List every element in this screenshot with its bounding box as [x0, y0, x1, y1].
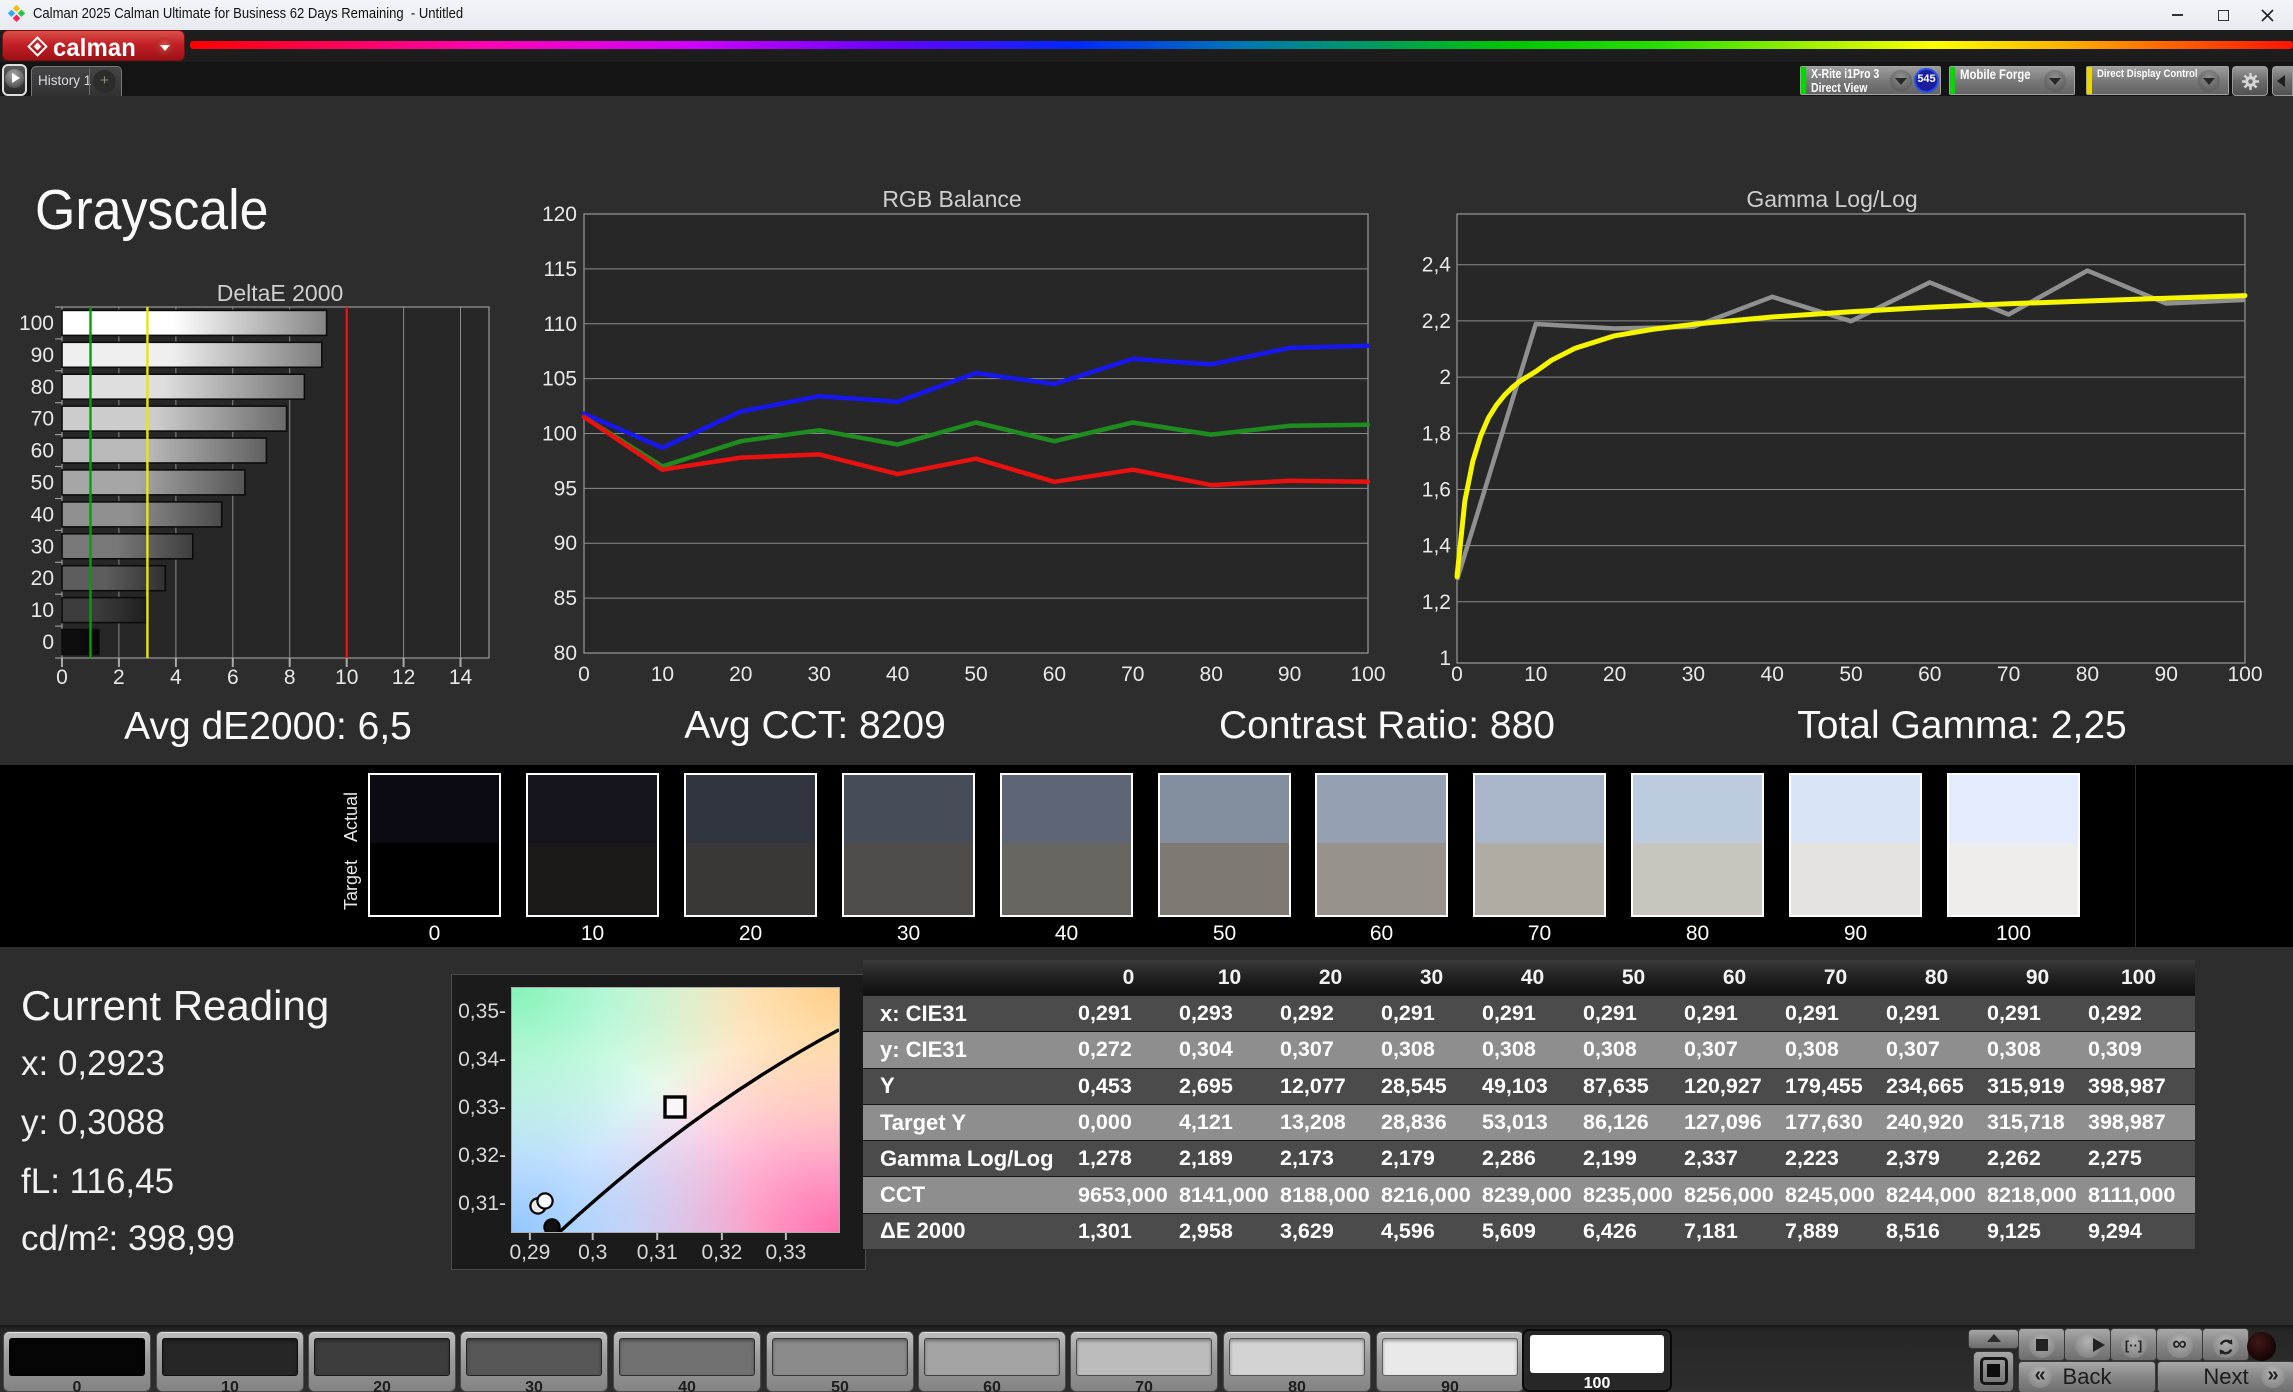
svg-text:0,33: 0,33 — [765, 1241, 806, 1264]
svg-text:50: 50 — [1839, 663, 1862, 686]
svg-text:30: 30 — [31, 535, 54, 558]
svg-text:0,31-: 0,31- — [458, 1192, 506, 1215]
svg-text:90: 90 — [1278, 663, 1301, 686]
svg-text:40: 40 — [31, 503, 54, 526]
svg-text:20: 20 — [1603, 663, 1626, 686]
svg-text:2,2: 2,2 — [1422, 310, 1451, 333]
svg-text:80: 80 — [1200, 663, 1223, 686]
svg-text:1,2: 1,2 — [1422, 591, 1451, 614]
svg-text:6: 6 — [227, 666, 239, 689]
svg-text:30: 30 — [808, 663, 831, 686]
svg-text:85: 85 — [554, 587, 577, 610]
svg-text:DeltaE 2000: DeltaE 2000 — [217, 280, 344, 306]
svg-text:0: 0 — [42, 631, 54, 654]
svg-text:40: 40 — [1761, 663, 1784, 686]
svg-text:95: 95 — [554, 477, 577, 500]
svg-text:0: 0 — [578, 663, 590, 686]
svg-text:20: 20 — [729, 663, 752, 686]
svg-text:120: 120 — [542, 203, 577, 226]
svg-text:Gamma Log/Log: Gamma Log/Log — [1746, 186, 1917, 212]
svg-text:70: 70 — [1121, 663, 1144, 686]
svg-text:14: 14 — [449, 666, 473, 689]
svg-text:0,3: 0,3 — [578, 1241, 607, 1264]
svg-text:2,4: 2,4 — [1422, 254, 1452, 277]
svg-text:RGB Balance: RGB Balance — [882, 186, 1021, 212]
svg-text:0,32: 0,32 — [701, 1241, 742, 1264]
svg-text:100: 100 — [2227, 663, 2262, 686]
svg-text:10: 10 — [651, 663, 674, 686]
svg-text:50: 50 — [31, 472, 54, 495]
svg-text:60: 60 — [1043, 663, 1066, 686]
svg-text:40: 40 — [886, 663, 909, 686]
svg-text:2: 2 — [113, 666, 125, 689]
svg-text:100: 100 — [1350, 663, 1385, 686]
svg-text:8: 8 — [284, 666, 296, 689]
svg-text:80: 80 — [31, 376, 54, 399]
svg-text:90: 90 — [31, 344, 54, 367]
svg-text:10: 10 — [335, 666, 358, 689]
svg-text:0,32-: 0,32- — [458, 1144, 506, 1167]
svg-text:2: 2 — [1439, 366, 1451, 389]
svg-text:0,31: 0,31 — [637, 1241, 678, 1264]
svg-text:90: 90 — [2155, 663, 2178, 686]
svg-text:90: 90 — [554, 532, 577, 555]
svg-text:4: 4 — [170, 666, 182, 689]
svg-text:10: 10 — [1524, 663, 1547, 686]
svg-text:Avg dE2000: 6,5: Avg dE2000: 6,5 — [124, 705, 412, 748]
svg-text:Avg CCT: 8209: Avg CCT: 8209 — [684, 704, 946, 747]
svg-text:0,33-: 0,33- — [458, 1096, 506, 1119]
svg-text:70: 70 — [31, 408, 54, 431]
svg-text:12: 12 — [392, 666, 415, 689]
svg-text:80: 80 — [554, 642, 577, 665]
svg-text:80: 80 — [2076, 663, 2099, 686]
svg-text:50: 50 — [964, 663, 987, 686]
svg-text:60: 60 — [1918, 663, 1941, 686]
svg-text:20: 20 — [31, 567, 54, 590]
svg-text:1,6: 1,6 — [1422, 479, 1451, 502]
svg-text:100: 100 — [542, 423, 577, 446]
svg-text:105: 105 — [542, 368, 577, 391]
svg-text:0: 0 — [56, 666, 68, 689]
svg-text:1,8: 1,8 — [1422, 422, 1451, 445]
svg-text:70: 70 — [1997, 663, 2020, 686]
svg-text:0: 0 — [1451, 663, 1463, 686]
svg-text:Total Gamma: 2,25: Total Gamma: 2,25 — [1797, 704, 2126, 747]
svg-text:110: 110 — [544, 313, 577, 336]
svg-text:60: 60 — [31, 440, 54, 463]
svg-text:1: 1 — [1439, 647, 1451, 670]
svg-text:100: 100 — [20, 312, 54, 335]
svg-text:30: 30 — [1682, 663, 1705, 686]
svg-text:0,29: 0,29 — [509, 1241, 550, 1264]
svg-text:1,4: 1,4 — [1422, 535, 1452, 558]
svg-text:10: 10 — [31, 599, 54, 622]
svg-text:115: 115 — [544, 258, 577, 281]
svg-text:0,34-: 0,34- — [458, 1048, 506, 1071]
svg-text:0,35-: 0,35- — [458, 1000, 506, 1023]
